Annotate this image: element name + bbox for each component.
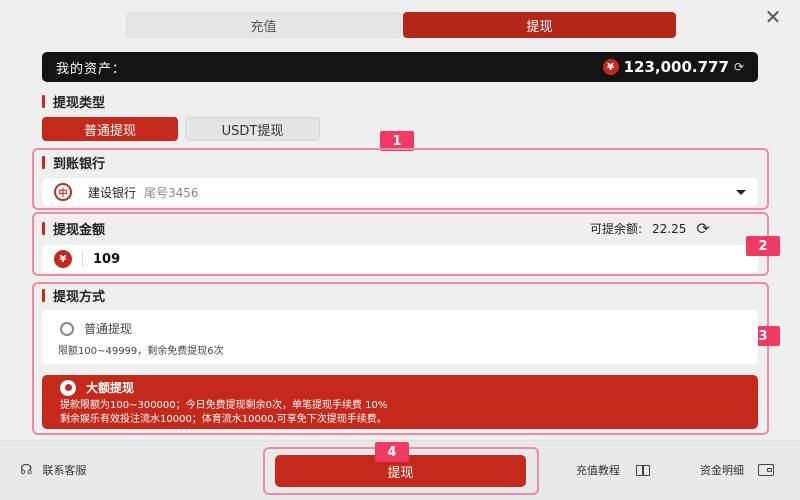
asset-value: 123,000.777 — [623, 58, 729, 76]
method-heading: 提现方式 — [42, 286, 105, 305]
method-large-desc-1: 提款限额为100~300000；今日免费提现剩余0次，单笔提现手续费 10% — [60, 400, 388, 411]
available-balance: 可提余额: 22.25 ⟳ — [590, 219, 710, 238]
withdraw-type-heading: 提现类型 — [42, 92, 105, 111]
refresh-icon[interactable]: ⟳ — [734, 60, 744, 74]
annotation-badge-4: 4 — [375, 442, 409, 462]
amount-value: 109 — [93, 251, 121, 267]
section-marker — [42, 222, 45, 235]
yen-coin-icon: ¥ — [602, 59, 619, 75]
withdraw-type-title: 提现类型 — [53, 96, 106, 111]
support-link[interactable]: ☊ 联系客服 — [20, 462, 86, 478]
book-icon — [636, 464, 650, 476]
asset-value-group: ¥ 123,000.777 ⟳ — [602, 58, 744, 76]
available-label: 可提余额: — [590, 222, 643, 236]
support-label: 联系客服 — [42, 464, 87, 477]
asset-label: 我的资产： — [56, 61, 127, 77]
bank-heading: 到账银行 — [42, 153, 105, 172]
amount-input[interactable]: ¥ 109 — [42, 245, 758, 273]
bank-select[interactable]: 中 建设银行 尾号3456 — [42, 178, 758, 206]
radio-unselected-icon[interactable] — [60, 321, 74, 336]
amount-heading: 提现金额 — [42, 219, 105, 238]
method-normal-option[interactable]: 普通提现 限额100~49999，剩余免费提现6次 — [42, 310, 758, 364]
tab-withdraw[interactable]: 提现 — [403, 12, 676, 38]
method-title: 提现方式 — [53, 290, 106, 305]
section-marker — [42, 289, 45, 302]
section-marker — [42, 156, 45, 169]
section-marker — [42, 95, 45, 108]
method-normal-desc: 限额100~49999，剩余免费提现6次 — [58, 346, 224, 357]
bank-name: 建设银行 — [88, 185, 137, 200]
method-normal-label: 普通提现 — [84, 322, 133, 336]
annotation-badge-2: 2 — [746, 236, 780, 256]
amount-title: 提现金额 — [53, 223, 106, 238]
refresh-icon[interactable]: ⟳ — [696, 219, 709, 238]
bank-tail: 尾号3456 — [144, 185, 199, 200]
type-normal-button[interactable]: 普通提现 — [42, 117, 178, 141]
available-value: 22.25 — [652, 221, 687, 236]
asset-bar: 我的资产： ¥ 123,000.777 ⟳ — [42, 52, 758, 82]
top-tabs: 充值 提现 — [126, 12, 676, 38]
tutorial-link[interactable]: 充值教程 — [576, 462, 650, 478]
headset-icon: ☊ — [20, 462, 33, 478]
radio-selected-icon[interactable] — [60, 379, 76, 396]
bank-title: 到账银行 — [53, 157, 106, 172]
divider — [82, 251, 83, 267]
details-link[interactable]: 资金明细 — [700, 462, 774, 478]
details-label: 资金明细 — [700, 464, 744, 477]
tab-recharge[interactable]: 充值 — [126, 12, 401, 38]
type-usdt-button[interactable]: USDT提现 — [185, 117, 320, 141]
yen-icon: ¥ — [54, 250, 72, 268]
method-large-desc-2: 剩余娱乐有效投注流水10000；体育流水10000,可享免下次提现手续费。 — [60, 414, 387, 425]
tutorial-label: 充值教程 — [576, 464, 620, 477]
method-large-option[interactable]: 大额提现 提款限额为100~300000；今日免费提现剩余0次，单笔提现手续费 … — [42, 375, 758, 429]
chevron-down-icon — [736, 189, 746, 195]
wallet-icon — [758, 464, 774, 476]
method-large-label: 大额提现 — [86, 381, 135, 395]
bank-logo-icon: 中 — [54, 183, 72, 201]
close-icon[interactable]: ✕ — [762, 6, 784, 28]
